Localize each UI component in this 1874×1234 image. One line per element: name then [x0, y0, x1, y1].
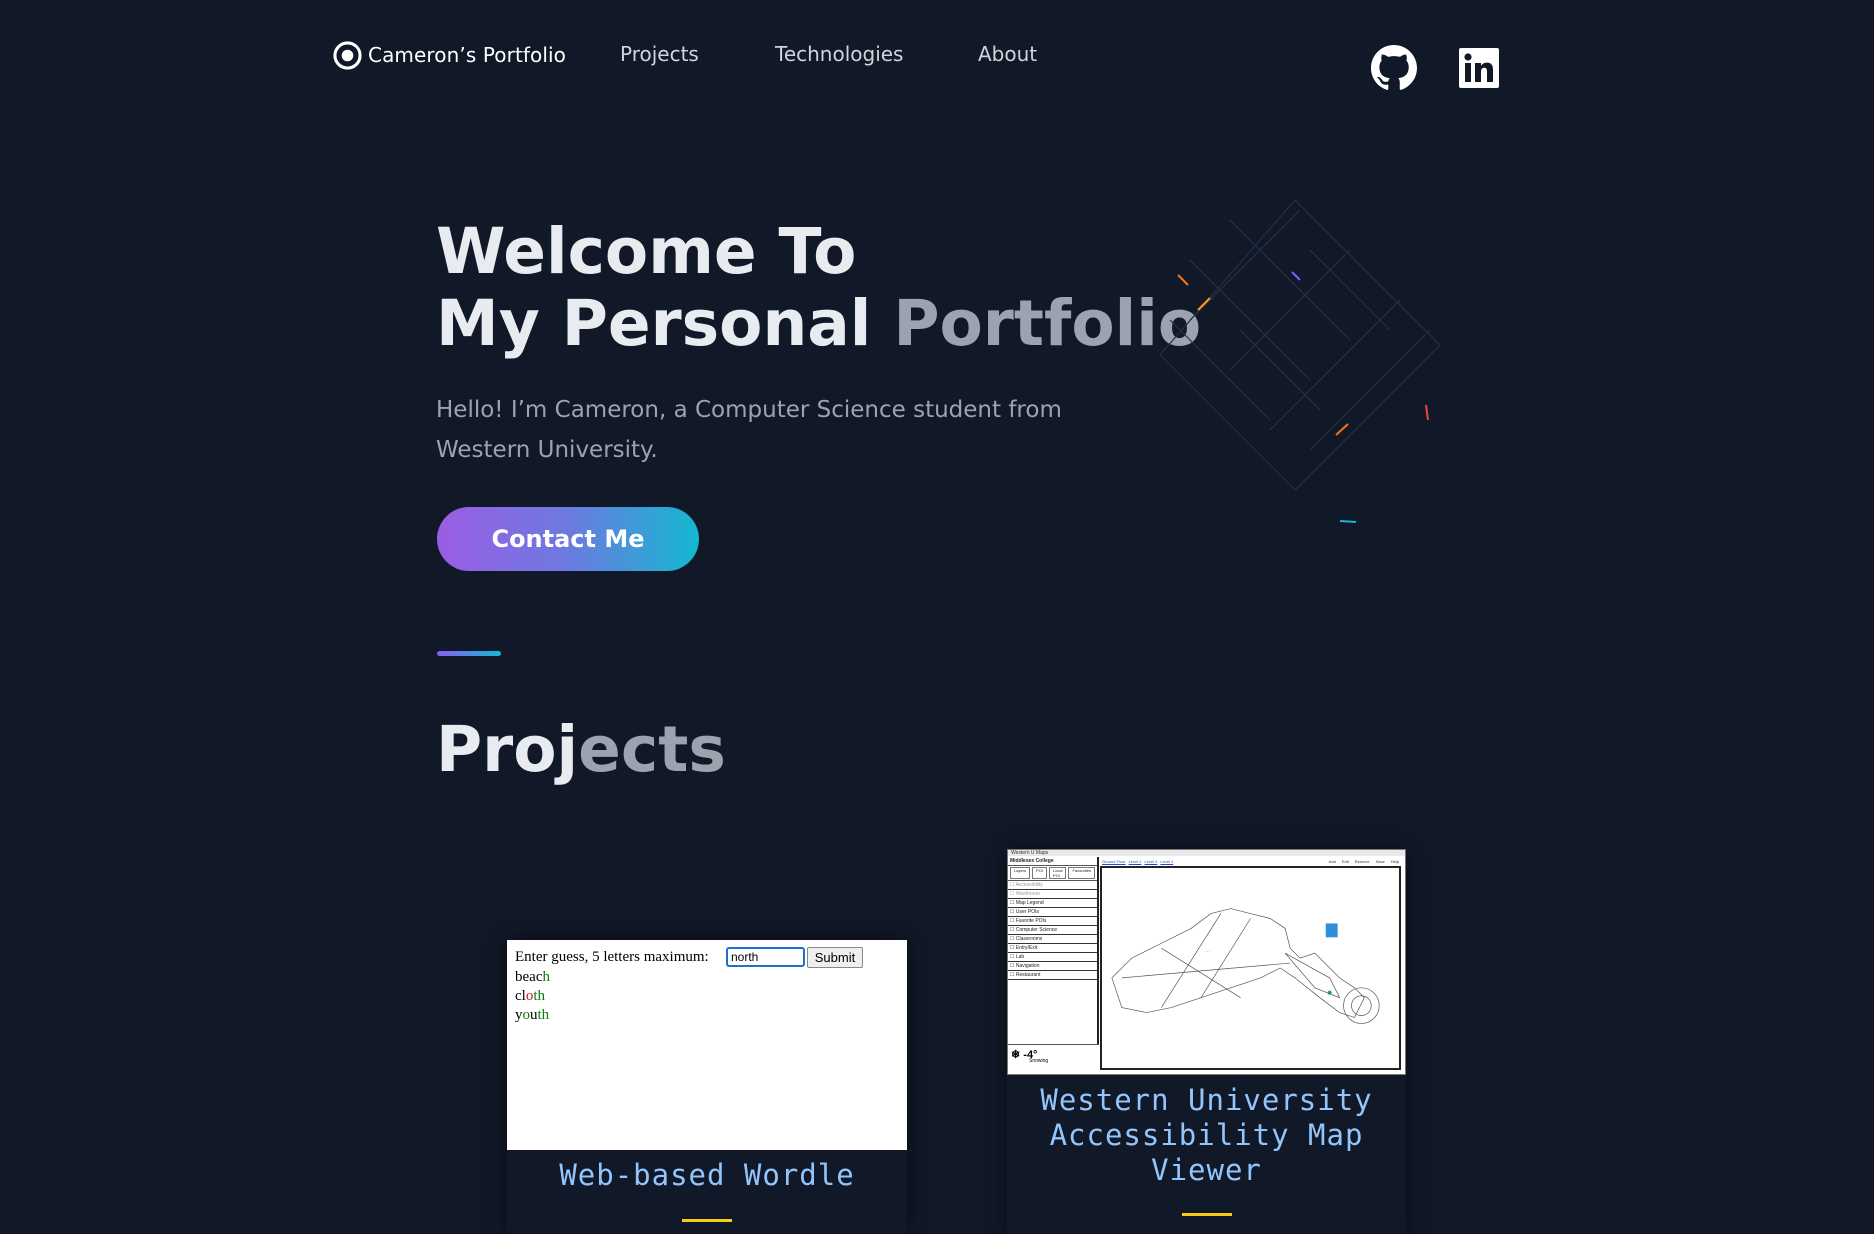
map-layer-item: ☐ Favorite POIs: [1008, 917, 1097, 926]
map-layer-item: ☐ User POIs: [1008, 908, 1097, 917]
map-floor-link: Ground Floor: [1102, 858, 1126, 864]
snowflake-icon: ❄: [1011, 1049, 1021, 1061]
map-layer-item: ☐ Navigation: [1008, 962, 1097, 971]
wordle-letter: a: [529, 969, 536, 985]
map-viewer-screenshot: Western U Maps Middlesex College Layers P…: [1007, 849, 1406, 1075]
brand-name: Cameron’s Portfolio: [368, 43, 567, 67]
decorative-grid-graphic: [1159, 199, 1441, 523]
svg-text:···: ···: [1205, 949, 1210, 955]
card-title-underline: [1182, 1213, 1232, 1216]
contact-me-button[interactable]: Contact Me: [437, 507, 699, 571]
wordle-letter: b: [515, 969, 523, 985]
wordle-letter: o: [522, 1007, 531, 1023]
wordle-letter: h: [537, 988, 546, 1004]
map-menu-item: Save: [1375, 858, 1385, 864]
floor-plan-drawing: ···: [1111, 908, 1380, 1024]
map-sidebar: Middlesex College Layers POI Local POI Favo…: [1008, 857, 1099, 1066]
map-sidebar-tab: Layers: [1010, 867, 1031, 879]
map-layer-list: ☐ Accessibility ☐ Washroom ☐ Map Legend ☐ U…: [1008, 881, 1097, 980]
map-sidebar-tab: Favourites: [1068, 867, 1096, 879]
project-card-map-viewer[interactable]: Western U Maps Middlesex College Layers P…: [1007, 849, 1406, 1234]
map-weather-widget: ❄ -4° Snowing: [1008, 1044, 1099, 1066]
map-layer-item: ☐ Accessibility: [1008, 881, 1097, 890]
wordle-guess-input: north: [726, 947, 805, 967]
top-navbar: Cameron’s Portfolio Projects Technologie…: [0, 0, 1874, 112]
map-window-title: Western U Maps: [1008, 850, 1405, 856]
map-layer-item: ☐ Computer Science: [1008, 926, 1097, 935]
map-menu-item: Edit: [1341, 858, 1349, 864]
hero-title-line2-part1: My Personal: [436, 287, 894, 360]
map-menu: Add Edit Remove Save Help: [1329, 859, 1405, 864]
map-building-name: Middlesex College: [1008, 857, 1097, 866]
logo-icon: [333, 40, 362, 70]
wordle-letter: h: [541, 1007, 550, 1023]
nav-link-about[interactable]: About: [978, 42, 1037, 66]
map-menu-item: Add: [1328, 858, 1336, 864]
map-menu-item: Help: [1390, 858, 1399, 864]
projects-heading-part1: Proj: [436, 713, 579, 786]
wordle-submit-button: Submit: [807, 947, 863, 968]
projects-heading-part2: ects: [578, 713, 726, 786]
wordle-letter: h: [542, 969, 551, 985]
hero-subtitle: Hello! I’m Cameron, a Computer Science s…: [436, 397, 1062, 463]
map-floor-link: Level 3: [1144, 858, 1158, 864]
map-layer-item: ☐ Classrooms: [1008, 935, 1097, 944]
map-layer-item: ☐ Washroom: [1008, 890, 1097, 899]
map-toolbar: Ground Floor Level 2 Level 3 Level 4 Add Edit…: [1100, 857, 1405, 865]
project-card-title: Web-based Wordle: [559, 1158, 855, 1192]
wordle-letter: u: [530, 1007, 538, 1023]
brand-link[interactable]: Cameron’s Portfolio: [333, 38, 566, 72]
github-icon: [1371, 45, 1417, 90]
map-sidebar-tab: Local POI: [1048, 867, 1067, 879]
hero-title: Welcome To My Personal Portfolio: [436, 216, 1201, 360]
wordle-guess-list: beach cloth youth: [515, 968, 550, 1025]
wordle-letter: c: [535, 969, 543, 985]
nav-link-projects[interactable]: Projects: [620, 42, 699, 66]
project-card-title: Western University Accessibility Map Vie…: [1040, 1083, 1373, 1187]
projects-heading: Projects: [436, 712, 726, 788]
section-divider: [437, 651, 501, 656]
map-floor-link: Level 2: [1128, 858, 1142, 864]
map-menu-item: Remove: [1354, 858, 1370, 864]
wordle-guess-row: cloth: [515, 987, 550, 1006]
wordle-guess-row: youth: [515, 1006, 550, 1025]
wordle-screenshot: Enter guess, 5 letters maximum: north Su…: [507, 940, 907, 1150]
project-card-wordle[interactable]: Enter guess, 5 letters maximum: north Su…: [507, 940, 907, 1234]
map-layer-item: ☐ Lab: [1008, 953, 1097, 962]
nav-link-technologies[interactable]: Technologies: [775, 42, 903, 66]
github-link[interactable]: [1370, 44, 1418, 92]
map-canvas: ···: [1100, 866, 1401, 1070]
hero-title-line1: Welcome To: [436, 215, 857, 288]
map-sidebar-tabs: Layers POI Local POI Favourites: [1008, 866, 1097, 881]
card-title-underline: [682, 1219, 732, 1222]
map-weather-note: Snowing: [1029, 1058, 1049, 1064]
wordle-prompt: Enter guess, 5 letters maximum:: [515, 949, 709, 965]
linkedin-icon: [1459, 48, 1499, 88]
map-layer-item: ☐ Restaurant: [1008, 971, 1097, 980]
map-layer-item: ☐ Map Legend: [1008, 899, 1097, 908]
wordle-guess-row: beach: [515, 968, 550, 987]
map-layer-item: ☐ Entry/Exit: [1008, 944, 1097, 953]
wordle-letter: y: [515, 1007, 523, 1023]
linkedin-link[interactable]: [1455, 44, 1503, 92]
wordle-letter: c: [515, 988, 522, 1004]
map-sidebar-tab: POI: [1032, 867, 1047, 879]
map-floor-link: Level 4: [1160, 858, 1174, 864]
